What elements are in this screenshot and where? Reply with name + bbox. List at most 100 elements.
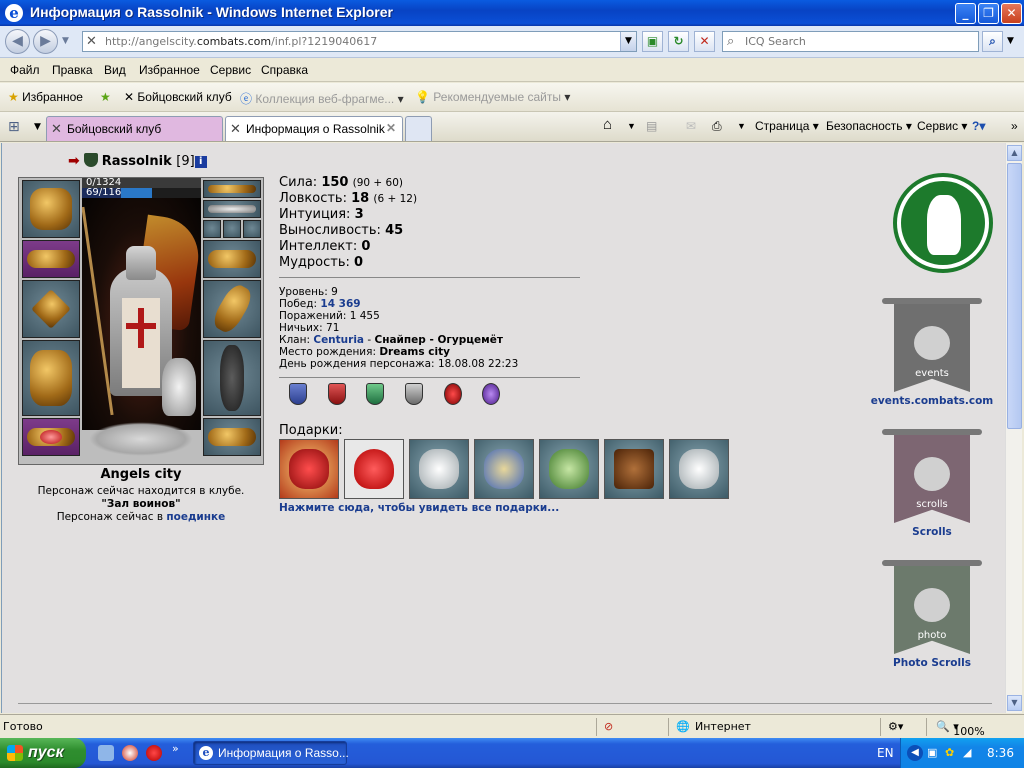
tools-menu[interactable]: Сервис ▾ xyxy=(917,119,967,133)
angels-city-medal[interactable] xyxy=(893,173,993,273)
gift-item[interactable] xyxy=(344,439,404,499)
ring2-slot[interactable] xyxy=(223,220,241,238)
amulet-slot[interactable] xyxy=(203,200,261,218)
clan-link[interactable]: Centuria xyxy=(313,334,364,346)
scroll-thumb[interactable] xyxy=(1007,163,1022,429)
chevron-icon[interactable]: » xyxy=(1011,119,1018,133)
mail-icon[interactable]: ✉ xyxy=(686,119,696,133)
stop-button[interactable]: ✕ xyxy=(694,31,715,52)
menu-help[interactable]: Справка xyxy=(261,63,308,77)
ring1-slot[interactable] xyxy=(203,220,221,238)
battle-link[interactable]: поединке xyxy=(166,511,225,523)
armor-slot[interactable] xyxy=(22,340,80,416)
windows-flag-icon xyxy=(7,745,23,761)
maximize-button[interactable]: ❐ xyxy=(978,3,999,24)
menu-view[interactable]: Вид xyxy=(104,63,126,77)
forward-button[interactable]: ▶ xyxy=(33,29,58,54)
gift-item[interactable] xyxy=(539,439,599,499)
shield-slot[interactable] xyxy=(203,280,261,338)
scrolls-link[interactable]: Scrolls xyxy=(862,526,1002,538)
protected-mode-icon[interactable]: ⚙▾ xyxy=(888,720,903,733)
badge-icon[interactable] xyxy=(405,383,423,405)
vertical-scrollbar[interactable]: ▲ ▼ xyxy=(1005,143,1022,713)
badge-icon[interactable] xyxy=(366,383,384,405)
crossbow-slot[interactable] xyxy=(22,280,80,338)
quicklaunch-opera-icon[interactable] xyxy=(146,745,162,761)
clan-shield-icon[interactable] xyxy=(83,153,98,167)
ring3-slot[interactable] xyxy=(243,220,261,238)
quicklaunch-browser-icon[interactable] xyxy=(122,745,138,761)
gift-item[interactable] xyxy=(669,439,729,499)
gift-item[interactable] xyxy=(474,439,534,499)
icq-icon[interactable]: ✿ xyxy=(945,746,954,759)
print-icon[interactable]: ⎙ xyxy=(712,119,722,134)
tab-character-info[interactable]: ✕ Информация о Rassolnik ✕ xyxy=(225,116,403,141)
scroll-down-button[interactable]: ▼ xyxy=(1007,695,1022,711)
network-icon[interactable]: ▣ xyxy=(927,746,937,759)
quick-tabs-icon[interactable]: ⊞ xyxy=(8,119,20,135)
taskbar-item-ie[interactable]: e Информация о Rasso... xyxy=(193,741,349,765)
quicklaunch-desktop-icon[interactable] xyxy=(98,745,114,761)
gloves-slot[interactable] xyxy=(203,240,261,278)
leggings-slot[interactable] xyxy=(203,340,261,416)
tab-list-icon[interactable]: ▼ xyxy=(34,122,41,132)
tab-close-icon[interactable]: ✕ xyxy=(386,121,396,135)
belt-slot[interactable] xyxy=(22,418,80,456)
star-icon: ★ xyxy=(8,90,19,104)
safety-menu[interactable]: Безопасность ▾ xyxy=(826,119,912,133)
fav-item-webslices[interactable]: ⓔ Коллекция веб-фрагме... ▾ xyxy=(240,90,404,107)
photo-scrolls-link[interactable]: Photo Scrolls xyxy=(862,657,1002,669)
compatibility-view-button[interactable]: ▣ xyxy=(642,31,663,52)
gift-item[interactable] xyxy=(409,439,469,499)
page-menu[interactable]: Страница ▾ xyxy=(755,119,819,133)
history-dropdown-icon[interactable]: ▼ xyxy=(62,36,69,46)
menu-edit[interactable]: Правка xyxy=(52,63,93,77)
menu-file[interactable]: Файл xyxy=(10,63,40,77)
search-box[interactable]: ⌕ xyxy=(722,31,979,52)
blocked-popup-icon[interactable]: ⊘ xyxy=(604,720,613,733)
scroll-up-button[interactable]: ▲ xyxy=(1007,145,1022,161)
start-button[interactable]: пуск xyxy=(0,738,86,768)
helmet-slot[interactable] xyxy=(22,180,80,238)
print-dropdown-icon[interactable]: ▼ xyxy=(737,121,746,131)
badge-icon[interactable] xyxy=(289,383,307,405)
events-link[interactable]: events.combats.com xyxy=(862,395,1002,407)
fav-item-suggested[interactable]: 💡 Рекомендуемые сайты ▾ xyxy=(415,90,570,104)
help-icon[interactable]: ?▾ xyxy=(972,119,985,133)
arrow-icon[interactable]: ➡ xyxy=(68,153,80,169)
info-icon[interactable]: i xyxy=(194,156,207,168)
search-options-icon[interactable]: ▼ xyxy=(1007,36,1014,46)
badge-icon[interactable] xyxy=(444,383,462,405)
bracers-slot[interactable] xyxy=(22,240,80,278)
quicklaunch-more-icon[interactable]: » xyxy=(172,742,179,755)
favorites-button[interactable]: ★ Избранное xyxy=(8,90,83,104)
zoom-control[interactable]: 🔍 100% ▾ xyxy=(936,720,985,738)
close-button[interactable]: ✕ xyxy=(1001,3,1022,24)
tab-fight-club[interactable]: ✕ Бойцовский клуб xyxy=(46,116,223,141)
all-gifts-link[interactable]: Нажмите сюда, чтобы увидеть все подарки.… xyxy=(279,502,559,514)
search-go-button[interactable]: ⌕ xyxy=(982,31,1003,52)
address-bar[interactable]: ✕ http://angelscity.combats.com/inf.pl?1… xyxy=(82,31,637,52)
tray-collapse-icon[interactable]: ◀ xyxy=(907,745,923,761)
menu-favorites[interactable]: Избранное xyxy=(139,63,200,77)
minimize-button[interactable]: _ xyxy=(955,3,976,24)
earrings-slot[interactable] xyxy=(203,180,261,198)
refresh-button[interactable]: ↻ xyxy=(668,31,689,52)
volume-icon[interactable]: ◢ xyxy=(963,746,971,759)
badge-icon[interactable] xyxy=(328,383,346,405)
search-input[interactable] xyxy=(745,34,975,49)
address-dropdown-button[interactable]: ▼ xyxy=(620,32,636,51)
gift-item[interactable] xyxy=(604,439,664,499)
fav-item-fight-club[interactable]: ✕ Бойцовский клуб xyxy=(124,90,232,104)
gift-item[interactable] xyxy=(279,439,339,499)
language-indicator[interactable]: EN xyxy=(877,746,894,760)
home-icon[interactable]: ⌂ xyxy=(603,116,612,133)
new-tab-button[interactable] xyxy=(405,116,432,141)
home-dropdown-icon[interactable]: ▼ xyxy=(627,121,636,131)
feeds-icon[interactable]: ▤ xyxy=(646,119,657,133)
menu-tools[interactable]: Сервис xyxy=(210,63,251,77)
back-button[interactable]: ◀ xyxy=(5,29,30,54)
badge-icon[interactable] xyxy=(482,383,500,405)
boots-slot[interactable] xyxy=(203,418,261,456)
add-favorite-icon[interactable]: ★ xyxy=(100,90,111,104)
